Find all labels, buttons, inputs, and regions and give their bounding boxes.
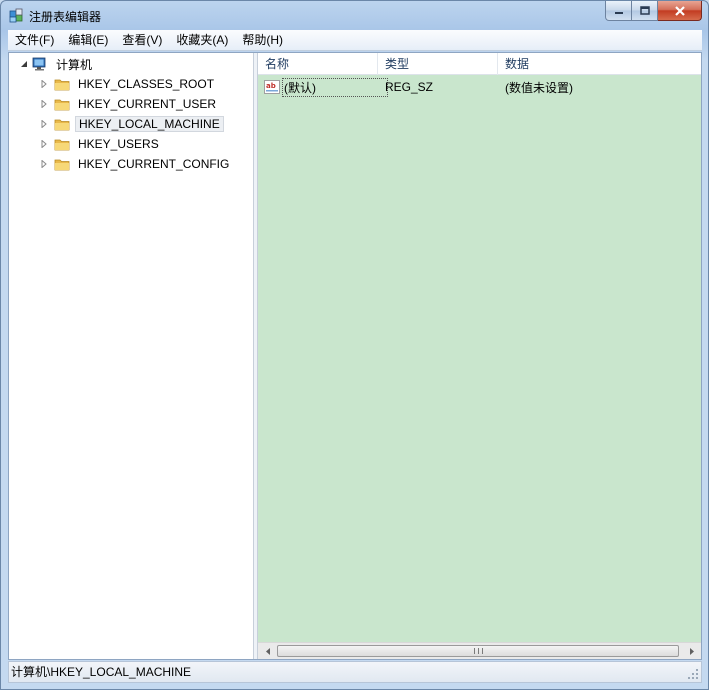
scroll-right-button[interactable]	[683, 643, 700, 659]
tree-root-computer[interactable]: 计算机	[19, 54, 95, 74]
tree-item-label: 计算机	[56, 57, 93, 72]
window-title: 注册表编辑器	[29, 10, 102, 24]
menu-view[interactable]: 查看(V)	[115, 30, 169, 51]
svg-text:ab: ab	[266, 82, 276, 90]
arrow-right-icon	[689, 647, 694, 655]
value-data: (数值未设置)	[505, 80, 573, 95]
column-header-data[interactable]: 数据	[498, 53, 701, 75]
computer-icon	[32, 57, 46, 71]
folder-icon	[54, 139, 70, 150]
values-list[interactable]: 名称 类型 数据 ab (默认) REG_SZ (数值未设置)	[258, 53, 701, 659]
tree-item-hkey-current-user[interactable]: HKEY_CURRENT_USER	[39, 94, 219, 114]
status-bar: 计算机\HKEY_LOCAL_MACHINE	[8, 661, 702, 683]
close-button[interactable]	[658, 1, 702, 21]
list-header: 名称 类型 数据	[258, 53, 701, 75]
close-icon	[674, 5, 685, 16]
grip-icon	[473, 648, 483, 654]
horizontal-scrollbar[interactable]	[258, 642, 701, 659]
column-header-name[interactable]: 名称	[258, 53, 378, 75]
window-controls	[605, 1, 702, 21]
tree-item-hkey-classes-root[interactable]: HKEY_CLASSES_ROOT	[39, 74, 217, 94]
column-header-type[interactable]: 类型	[378, 53, 498, 75]
expand-icon[interactable]	[39, 119, 49, 129]
tree-item-label: HKEY_CURRENT_CONFIG	[78, 157, 230, 171]
tree-item-label: HKEY_USERS	[78, 137, 159, 151]
minimize-icon	[614, 11, 623, 14]
expand-icon[interactable]	[39, 99, 49, 109]
scroll-thumb[interactable]	[277, 645, 679, 657]
regedit-app-icon	[9, 8, 23, 23]
expand-icon[interactable]	[39, 159, 49, 169]
menu-bar: 文件(F) 编辑(E) 查看(V) 收藏夹(A) 帮助(H)	[8, 30, 702, 51]
value-name: (默认)	[282, 77, 388, 97]
folder-icon	[54, 159, 70, 170]
menu-file[interactable]: 文件(F)	[8, 30, 61, 51]
expand-icon[interactable]	[39, 79, 49, 89]
tree-item-label: HKEY_CURRENT_USER	[78, 97, 217, 111]
collapse-icon[interactable]	[19, 59, 29, 69]
tree-item-hkey-local-machine[interactable]: HKEY_LOCAL_MACHINE	[39, 114, 224, 134]
minimize-button[interactable]	[605, 1, 632, 21]
tree-item-label: HKEY_CLASSES_ROOT	[78, 77, 215, 91]
folder-icon	[54, 79, 70, 90]
tree-item-hkey-current-config[interactable]: HKEY_CURRENT_CONFIG	[39, 154, 232, 174]
menu-help[interactable]: 帮助(H)	[235, 30, 290, 51]
maximize-button[interactable]	[632, 1, 658, 21]
value-type: REG_SZ	[385, 80, 434, 94]
tree-item-label-selected: HKEY_LOCAL_MACHINE	[75, 116, 224, 132]
arrow-left-icon	[265, 647, 270, 655]
menu-edit[interactable]: 编辑(E)	[61, 30, 115, 51]
list-row-default-value[interactable]: ab (默认) REG_SZ (数值未设置)	[258, 77, 701, 97]
maximize-icon	[639, 6, 650, 15]
regedit-window: 注册表编辑器 文件(F) 编辑(E) 查看(V) 收藏夹(A) 帮助(H) 计算…	[0, 0, 709, 690]
string-value-icon: ab	[264, 80, 280, 94]
scroll-left-button[interactable]	[259, 643, 276, 659]
tree-item-hkey-users[interactable]: HKEY_USERS	[39, 134, 162, 154]
expand-icon[interactable]	[39, 139, 49, 149]
folder-icon	[54, 119, 70, 130]
folder-icon	[54, 99, 70, 110]
resize-grip-icon[interactable]	[687, 668, 699, 680]
title-bar[interactable]: 注册表编辑器	[1, 1, 708, 29]
status-path: 计算机\HKEY_LOCAL_MACHINE	[11, 665, 192, 679]
main-content: 计算机 HKEY_CLASSES_ROOT HKEY_CURRENT_USER …	[8, 52, 702, 660]
registry-tree[interactable]: 计算机 HKEY_CLASSES_ROOT HKEY_CURRENT_USER …	[9, 53, 253, 659]
menu-favorites[interactable]: 收藏夹(A)	[169, 30, 235, 51]
